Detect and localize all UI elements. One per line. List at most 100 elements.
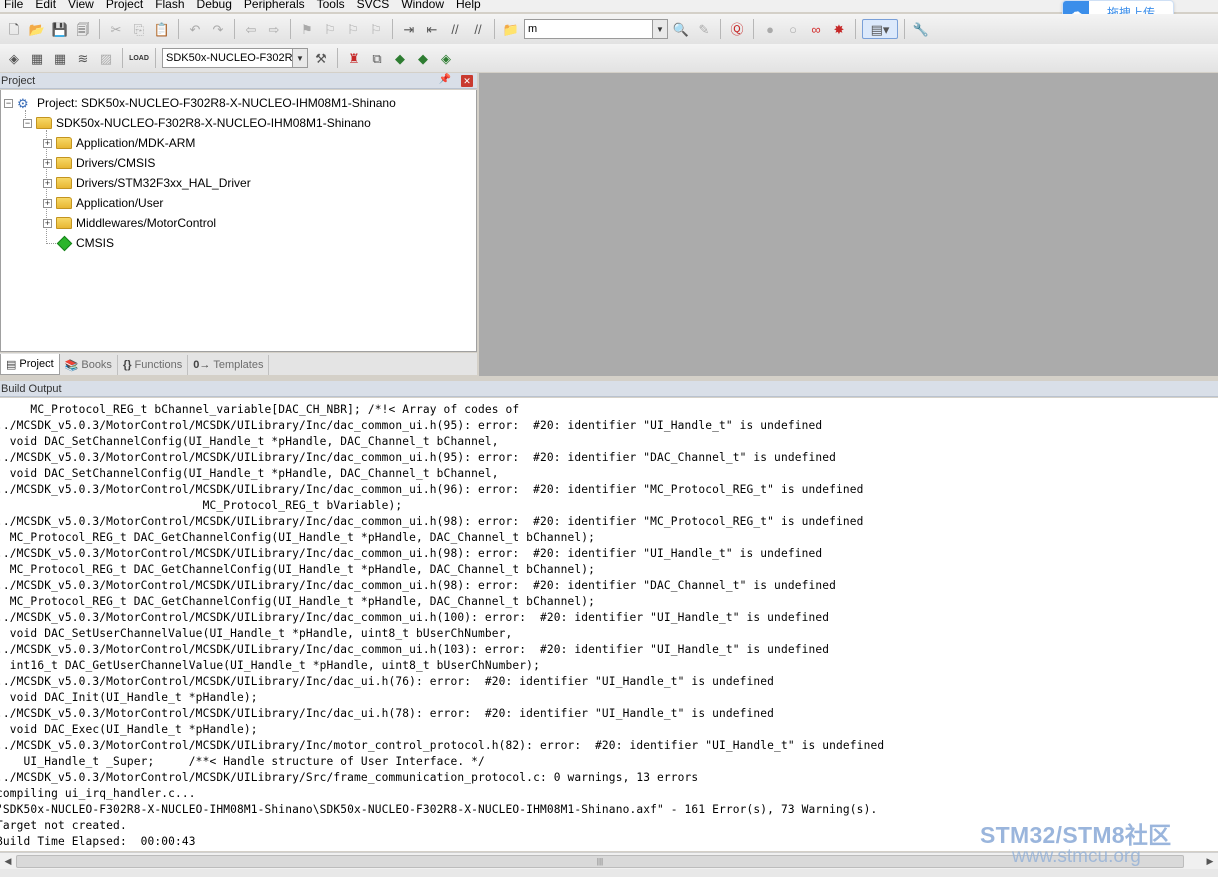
build-output-panel[interactable]: MC_Protocol_REG_t bChannel_variable[DAC_… — [0, 398, 1218, 851]
editor-area[interactable] — [479, 73, 1218, 376]
configure-icon[interactable]: 🔧 — [911, 19, 931, 39]
toolbar-separator — [122, 48, 123, 68]
group-label: Drivers/STM32F3xx_HAL_Driver — [76, 176, 251, 190]
collapse-icon[interactable]: − — [4, 98, 13, 108]
save-icon[interactable]: 💾 — [50, 19, 70, 39]
nav-forward-icon[interactable]: ⇨ — [264, 19, 284, 39]
build-icon[interactable]: ▦ — [27, 48, 47, 68]
expand-icon[interactable]: + — [43, 138, 52, 148]
functions-icon: {} — [122, 359, 132, 371]
copy-icon[interactable]: ⎘ — [129, 19, 149, 39]
scroll-right-icon[interactable]: ▶ — [1202, 854, 1218, 869]
next-bookmark-icon[interactable]: ⚐ — [343, 19, 363, 39]
cut-icon[interactable]: ✂ — [106, 19, 126, 39]
expand-icon[interactable]: + — [43, 158, 52, 168]
tree-component-cmsis[interactable]: CMSIS — [56, 234, 114, 252]
run-time-environment-icon[interactable]: ◆ — [390, 48, 410, 68]
menu-debug[interactable]: Debug — [193, 0, 240, 10]
pin-icon[interactable]: 📌 — [439, 74, 451, 85]
tab-templates[interactable]: 0→ Templates — [188, 355, 270, 375]
uncomment-icon[interactable]: // — [468, 19, 488, 39]
horizontal-scrollbar[interactable]: ◀ ||| ▶ — [0, 852, 1218, 869]
menu-peripherals[interactable]: Peripherals — [240, 0, 313, 10]
kill-breakpoints-icon[interactable]: ✸ — [829, 19, 849, 39]
menu-bar: File Edit View Project Flash Debug Peripherals… — [0, 0, 1218, 12]
nav-back-icon[interactable]: ⇦ — [241, 19, 261, 39]
group-label: Application/User — [76, 196, 164, 210]
disable-breakpoint-icon[interactable]: ○ — [783, 19, 803, 39]
build-output-title-text: Build Output — [1, 382, 62, 395]
menu-project[interactable]: Project — [102, 0, 151, 10]
tree-group-application-user[interactable]: + Application/User — [43, 194, 163, 212]
translate-icon[interactable]: ◈ — [4, 48, 24, 68]
toolbar-separator — [290, 19, 291, 39]
group-label: Middlewares/MotorControl — [76, 216, 217, 230]
menu-view[interactable]: View — [64, 0, 102, 10]
chevron-down-icon[interactable]: ▼ — [652, 20, 667, 38]
file-extensions-icon[interactable]: ♜ — [344, 48, 364, 68]
find-combo[interactable]: m ▼ — [524, 19, 668, 39]
menu-file[interactable]: File — [0, 0, 31, 10]
indent-icon[interactable]: ⇥ — [399, 19, 419, 39]
target-select[interactable]: SDK50x-NUCLEO-F302R8 ▼ — [162, 48, 308, 68]
target-options-icon[interactable]: ⚒ — [311, 48, 331, 68]
clear-bookmarks-icon[interactable]: ⚐ — [366, 19, 386, 39]
bookmark-icon[interactable]: ⚑ — [297, 19, 317, 39]
menu-svcs[interactable]: SVCS — [353, 0, 398, 10]
tree-group-hal-driver[interactable]: + Drivers/STM32F3xx_HAL_Driver — [43, 174, 251, 192]
scrollbar-thumb[interactable]: ||| — [16, 855, 1184, 868]
close-icon[interactable]: ✕ — [461, 75, 473, 87]
tab-functions[interactable]: {} Functions — [118, 355, 189, 375]
find-in-files-icon[interactable]: 📁 — [501, 19, 521, 39]
menu-tools[interactable]: Tools — [313, 0, 353, 10]
rebuild-icon[interactable]: ▦ — [50, 48, 70, 68]
expand-icon[interactable]: + — [43, 198, 52, 208]
target-select-value: SDK50x-NUCLEO-F302R8 — [166, 52, 299, 64]
build-output-line: int16_t DAC_GetUserChannelValue(UI_Handl… — [0, 659, 540, 672]
build-output-line: MC_Protocol_REG_t bChannel_variable[DAC_… — [0, 403, 520, 416]
breakpoint-icon[interactable]: ● — [760, 19, 780, 39]
load-icon[interactable]: LOAD — [129, 48, 149, 68]
tree-group-application-mdk-arm[interactable]: + Application/MDK-ARM — [43, 134, 195, 152]
comment-icon[interactable]: // — [445, 19, 465, 39]
collapse-icon[interactable]: − — [23, 118, 32, 128]
menu-help[interactable]: Help — [452, 0, 489, 10]
scroll-left-icon[interactable]: ◀ — [0, 854, 16, 869]
debug-session-icon[interactable]: Ⓠ — [727, 19, 747, 39]
redo-icon[interactable]: ↷ — [208, 19, 228, 39]
new-file-icon[interactable]: 🗋 — [4, 19, 24, 39]
unindent-icon[interactable]: ⇤ — [422, 19, 442, 39]
find-tool-icon[interactable]: ✎ — [694, 19, 714, 39]
expand-icon[interactable]: + — [43, 218, 52, 228]
expand-icon[interactable]: + — [43, 178, 52, 188]
disable-all-breakpoints-icon[interactable]: ∞ — [806, 19, 826, 39]
menu-edit[interactable]: Edit — [31, 0, 64, 10]
build-output-line: MC_Protocol_REG_t DAC_GetChannelConfig(U… — [0, 531, 596, 544]
build-output-line: ../MCSDK_v5.0.3/MotorControl/MCSDK/UILib… — [0, 419, 823, 432]
tree-project-root[interactable]: − ⚙ Project: SDK50x-NUCLEO-F302R8-X-NUCL… — [4, 94, 396, 112]
build-output-line: MC_Protocol_REG_t DAC_GetChannelConfig(U… — [0, 563, 596, 576]
save-all-icon[interactable]: 🗐 — [73, 19, 93, 39]
stop-build-icon[interactable]: ▨ — [96, 48, 116, 68]
tree-target[interactable]: − SDK50x-NUCLEO-F302R8-X-NUCLEO-IHM08M1-… — [23, 114, 371, 132]
undo-icon[interactable]: ↶ — [185, 19, 205, 39]
project-tree: − ⚙ Project: SDK50x-NUCLEO-F302R8-X-NUCL… — [0, 90, 477, 352]
batch-build-icon[interactable]: ≋ — [73, 48, 93, 68]
prev-bookmark-icon[interactable]: ⚐ — [320, 19, 340, 39]
paste-icon[interactable]: 📋 — [152, 19, 172, 39]
window-layout-icon[interactable]: ▤▾ — [862, 19, 898, 39]
tree-group-drivers-cmsis[interactable]: + Drivers/CMSIS — [43, 154, 155, 172]
manage-components-icon[interactable]: ⧉ — [367, 48, 387, 68]
menu-window[interactable]: Window — [397, 0, 452, 10]
incremental-find-icon[interactable]: 🔍 — [671, 19, 691, 39]
select-packs-icon[interactable]: ◈ — [436, 48, 456, 68]
tab-project[interactable]: ▤ Project — [0, 354, 60, 375]
pack-installer-icon[interactable]: ◆ — [413, 48, 433, 68]
open-file-icon[interactable]: 📂 — [27, 19, 47, 39]
tree-group-motorcontrol[interactable]: + Middlewares/MotorControl — [43, 214, 216, 232]
build-output-line: void DAC_Exec(UI_Handle_t *pHandle); — [0, 723, 258, 736]
chevron-down-icon[interactable]: ▼ — [292, 49, 307, 67]
tab-books[interactable]: 📚 Books — [60, 355, 118, 375]
menu-flash[interactable]: Flash — [151, 0, 192, 10]
tab-label: Books — [81, 359, 112, 371]
